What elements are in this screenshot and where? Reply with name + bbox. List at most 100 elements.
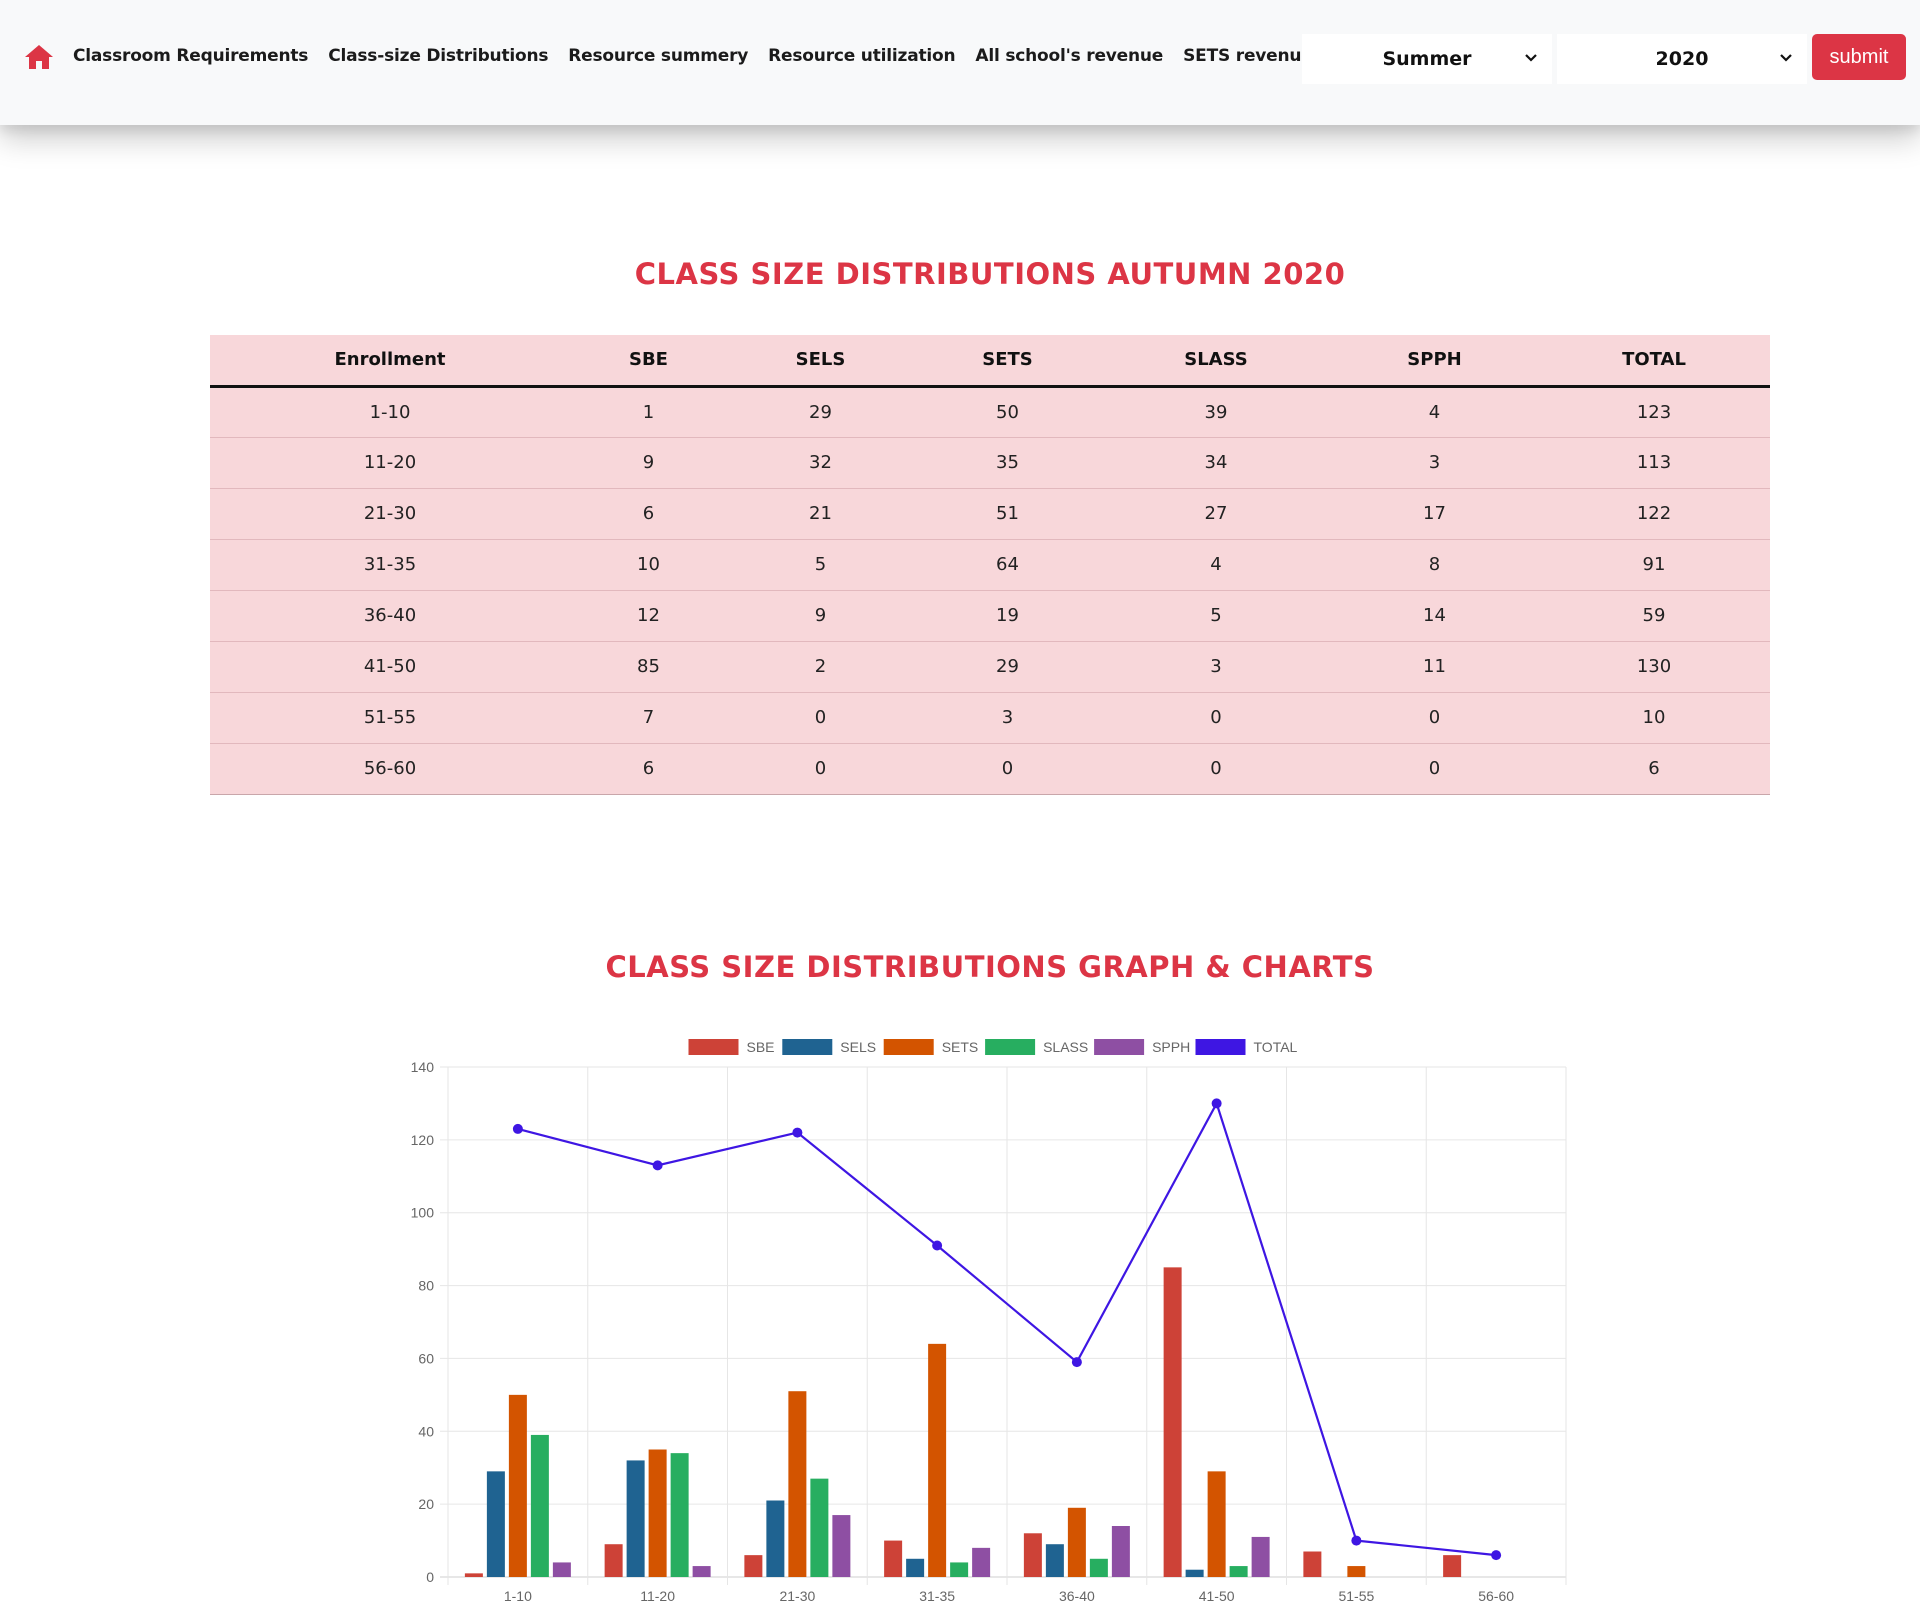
nav-link-all-schools-revenue[interactable]: All school's revenue <box>975 46 1163 66</box>
table-cell: 29 <box>727 386 914 438</box>
nav-links: Classroom Requirements Class-size Distri… <box>73 46 1313 66</box>
bar-sets <box>788 1391 807 1577</box>
table-cell: 14 <box>1331 590 1538 642</box>
x-tick-label: 1-10 <box>504 1588 532 1604</box>
point-total <box>932 1240 943 1251</box>
table-cell: 17 <box>1331 488 1538 540</box>
y-tick-label: 120 <box>411 1132 435 1148</box>
table-cell: 2 <box>727 641 914 693</box>
submit-button[interactable]: submit <box>1812 34 1906 80</box>
bar-sels <box>1045 1544 1064 1577</box>
y-tick-label: 100 <box>411 1205 435 1221</box>
nav-link-resource-summery[interactable]: Resource summery <box>568 46 748 66</box>
table-cell: 4 <box>1101 539 1331 591</box>
legend-swatch-spph <box>1094 1039 1145 1055</box>
x-tick-label: 31-35 <box>919 1588 955 1604</box>
table-cell: 9 <box>727 590 914 642</box>
table-cell: 50 <box>914 386 1101 438</box>
table-cell: 59 <box>1538 590 1770 642</box>
year-select[interactable]: 2020 <box>1557 34 1807 84</box>
navbar: Classroom Requirements Class-size Distri… <box>0 0 1920 125</box>
nav-link-resource-utilization[interactable]: Resource utilization <box>768 46 955 66</box>
home-icon[interactable] <box>24 44 54 70</box>
table-cell: 122 <box>1538 488 1770 540</box>
table-cell: 11 <box>1331 641 1538 693</box>
bar-sels <box>766 1500 785 1577</box>
table-cell: 0 <box>1331 692 1538 744</box>
table-cell: 85 <box>570 641 727 693</box>
season-select[interactable]: Summer <box>1302 34 1552 84</box>
x-tick-label: 51-55 <box>1338 1588 1374 1604</box>
y-tick-label: 20 <box>418 1496 434 1512</box>
point-total <box>1491 1550 1502 1561</box>
table-cell: 1 <box>570 386 727 438</box>
bar-sets <box>648 1449 667 1577</box>
x-tick-label: 21-30 <box>779 1588 815 1604</box>
table-cell: 113 <box>1538 437 1770 489</box>
table-cell: 32 <box>727 437 914 489</box>
table-cell: 64 <box>914 539 1101 591</box>
legend-swatch-sels <box>782 1039 833 1055</box>
legend-swatch-sbe <box>688 1039 739 1055</box>
table-cell: 9 <box>570 437 727 489</box>
legend-label-sets: SETS <box>942 1039 979 1055</box>
point-total <box>792 1127 803 1138</box>
table-cell: 4 <box>1331 386 1538 438</box>
table-cell: 0 <box>727 743 914 795</box>
table-row: 56-60 6 0 0 0 0 6 <box>210 743 1770 795</box>
table-cell: 1-10 <box>210 386 570 438</box>
table-cell: 3 <box>1331 437 1538 489</box>
bar-sels <box>486 1471 505 1577</box>
nav-link-class-size-distributions[interactable]: Class-size Distributions <box>328 46 548 66</box>
y-tick-label: 140 <box>411 1059 435 1075</box>
column-header-sels: SELS <box>727 335 914 388</box>
column-header-spph: SPPH <box>1331 335 1538 388</box>
bar-slass <box>530 1434 549 1577</box>
table-cell: 5 <box>1101 590 1331 642</box>
x-tick-label: 41-50 <box>1199 1588 1235 1604</box>
table-row: 21-30 6 21 51 27 17 122 <box>210 488 1770 540</box>
bar-slass <box>1229 1566 1248 1577</box>
bar-spph <box>1251 1536 1270 1577</box>
distribution-table: Enrollment SBE SELS SETS SLASS SPPH TOTA… <box>210 335 1770 795</box>
table-cell: 0 <box>1101 692 1331 744</box>
y-tick-label: 0 <box>426 1569 434 1585</box>
legend-swatch-sets <box>883 1039 934 1055</box>
bar-sels <box>626 1460 645 1577</box>
table-cell: 51 <box>914 488 1101 540</box>
table-cell: 130 <box>1538 641 1770 693</box>
bar-sels <box>906 1558 925 1577</box>
table-cell: 19 <box>914 590 1101 642</box>
table-cell: 27 <box>1101 488 1331 540</box>
nav-link-classroom-requirements[interactable]: Classroom Requirements <box>73 46 308 66</box>
table-cell: 21 <box>727 488 914 540</box>
table-cell: 5 <box>727 539 914 591</box>
table-cell: 39 <box>1101 386 1331 438</box>
season-select-value: Summer <box>1382 48 1472 70</box>
table-cell: 0 <box>914 743 1101 795</box>
chevron-down-icon <box>1525 54 1537 62</box>
chart-title: Class Size Distributions Graph & Charts <box>605 950 1375 984</box>
bar-slass <box>1089 1558 1108 1577</box>
table-cell: 10 <box>570 539 727 591</box>
bar-sbe <box>1163 1267 1182 1577</box>
table-header-row: Enrollment SBE SELS SETS SLASS SPPH TOTA… <box>210 335 1770 388</box>
x-tick-label: 36-40 <box>1059 1588 1095 1604</box>
bar-sbe <box>1303 1551 1322 1577</box>
table-cell: 31-35 <box>210 539 570 591</box>
table-cell: 0 <box>1101 743 1331 795</box>
table-cell: 3 <box>1101 641 1331 693</box>
bar-sbe <box>604 1544 623 1577</box>
column-header-slass: SLASS <box>1101 335 1331 388</box>
bar-sbe <box>1443 1555 1462 1577</box>
x-tick-label: 56-60 <box>1478 1588 1514 1604</box>
bar-spph <box>832 1515 851 1577</box>
bar-sbe <box>884 1540 903 1577</box>
bar-sels <box>1185 1569 1204 1577</box>
point-total <box>1071 1357 1082 1368</box>
nav-link-sets-revenue[interactable]: SETS revenue <box>1183 46 1313 66</box>
y-tick-label: 80 <box>418 1278 434 1294</box>
legend-label-sbe: SBE <box>747 1039 775 1055</box>
bar-sets <box>1067 1507 1086 1577</box>
table-cell: 3 <box>914 692 1101 744</box>
